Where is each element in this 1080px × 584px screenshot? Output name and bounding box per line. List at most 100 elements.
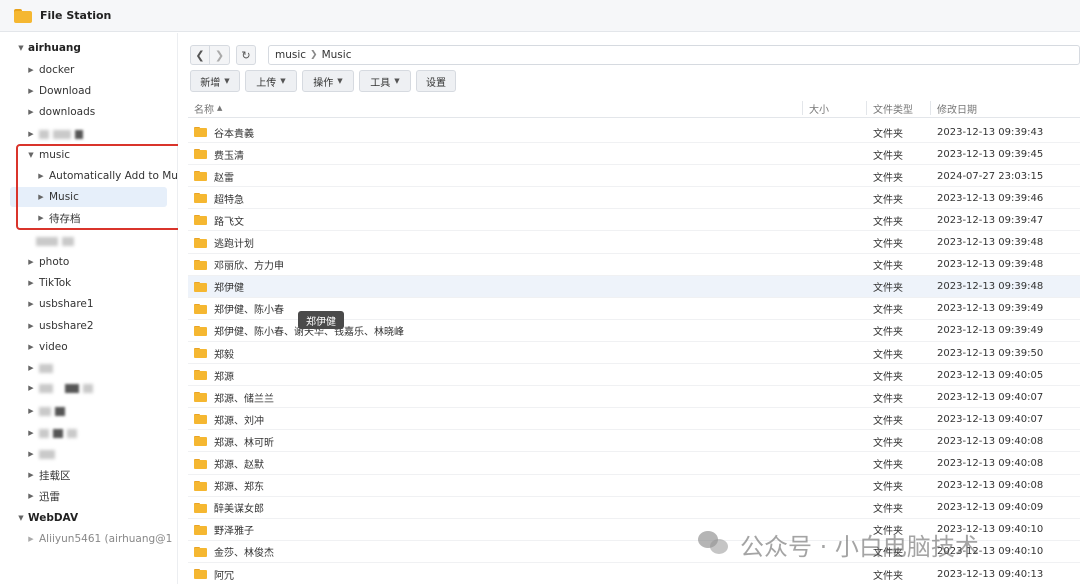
- table-row[interactable]: 逃跑计划 文件夹 2023-12-13 09:39:48: [188, 232, 1080, 254]
- modified-cell: 2023-12-13 09:40:13: [937, 568, 1044, 580]
- tree-item-downloads[interactable]: ▶ downloads: [0, 102, 177, 122]
- name-cell: 超特急: [194, 187, 244, 209]
- redacted-mark: [39, 363, 53, 373]
- file-name: 赵雷: [214, 172, 234, 184]
- path-bar[interactable]: music ❯ Music: [268, 45, 1080, 65]
- table-row[interactable]: 郑源、郑东 文件夹 2023-12-13 09:40:08: [188, 475, 1080, 497]
- folder-icon: [194, 303, 207, 314]
- caret-right-icon[interactable]: ▶: [26, 108, 36, 116]
- caret-right-icon[interactable]: ▶: [26, 130, 36, 138]
- caret-right-icon[interactable]: ▶: [26, 300, 36, 308]
- table-row[interactable]: 郑源、储兰兰 文件夹 2023-12-13 09:40:07: [188, 386, 1080, 409]
- table-row[interactable]: 郑源、林可昕 文件夹 2023-12-13 09:40:08: [188, 430, 1080, 453]
- tree-root-airhuang[interactable]: ▼ airhuang: [0, 38, 177, 58]
- caret-right-icon[interactable]: ▶: [26, 535, 36, 543]
- tree-item-usbshare1[interactable]: ▶ usbshare1: [0, 294, 177, 314]
- tree-item-redacted-7[interactable]: ▶: [0, 444, 177, 464]
- sidebar-tree: ▼ airhuang ▶ docker ▶ Download ▶ downloa…: [0, 33, 178, 584]
- tools-button[interactable]: 工具 ▼: [359, 70, 411, 92]
- tree-item-docker[interactable]: ▶ docker: [0, 60, 177, 80]
- tree-item-music[interactable]: ▼ music: [0, 145, 177, 165]
- settings-button[interactable]: 设置: [416, 70, 456, 92]
- tree-label: Download: [39, 85, 92, 97]
- caret-right-icon[interactable]: ▶: [26, 429, 36, 437]
- caret-down-icon[interactable]: ▼: [16, 44, 26, 52]
- file-name: 金莎、林俊杰: [214, 548, 274, 560]
- table-row[interactable]: 郑源、刘冲 文件夹 2023-12-13 09:40:07: [188, 408, 1080, 431]
- caret-right-icon[interactable]: ▶: [26, 471, 36, 479]
- action-button[interactable]: 操作 ▼: [302, 70, 354, 92]
- forward-button[interactable]: ❯: [210, 45, 230, 65]
- modified-cell: 2023-12-13 09:40:07: [937, 413, 1044, 425]
- caret-right-icon[interactable]: ▶: [26, 407, 36, 415]
- column-modified[interactable]: 修改日期: [937, 98, 977, 118]
- caret-right-icon[interactable]: ▶: [26, 343, 36, 351]
- new-button[interactable]: 新增 ▼: [190, 70, 240, 92]
- redacted-mark: [39, 449, 55, 459]
- table-row[interactable]: 赵雷 文件夹 2024-07-27 23:03:15: [188, 165, 1080, 188]
- column-type[interactable]: 文件类型: [873, 98, 913, 118]
- table-row[interactable]: 郑毅 文件夹 2023-12-13 09:39:50: [188, 342, 1080, 364]
- column-size[interactable]: 大小: [809, 98, 829, 118]
- column-name[interactable]: 名称 ▲: [194, 98, 222, 118]
- table-row[interactable]: 郑源、赵默 文件夹 2023-12-13 09:40:08: [188, 453, 1080, 475]
- table-row[interactable]: 醉美谋女郎 文件夹 2023-12-13 09:40:09: [188, 497, 1080, 519]
- upload-button[interactable]: 上传 ▼: [245, 70, 297, 92]
- tree-item-redacted-1[interactable]: ▶: [0, 124, 177, 144]
- caret-right-icon[interactable]: ▶: [26, 384, 36, 392]
- back-button[interactable]: ❮: [190, 45, 210, 65]
- tree-root-webdav[interactable]: ▼ WebDAV: [0, 508, 177, 528]
- caret-right-icon[interactable]: ▶: [26, 258, 36, 266]
- caret-right-icon[interactable]: ▶: [26, 87, 36, 95]
- caret-down-icon[interactable]: ▼: [26, 151, 36, 159]
- tree-item-redacted-3[interactable]: ▶: [0, 358, 177, 378]
- caret-right-icon[interactable]: ▶: [26, 364, 36, 372]
- caret-right-icon[interactable]: ▶: [26, 322, 36, 330]
- tree-item-redacted-6[interactable]: ▶: [0, 423, 177, 443]
- upload-label: 上传: [256, 77, 277, 89]
- tree-item-photo[interactable]: ▶ photo: [0, 252, 177, 272]
- table-row[interactable]: 郑伊健 文件夹 2023-12-13 09:39:48: [188, 275, 1080, 298]
- caret-down-icon[interactable]: ▼: [16, 514, 26, 522]
- path-segment-music-sub[interactable]: Music: [322, 49, 352, 61]
- tree-item-usbshare2[interactable]: ▶ usbshare2: [0, 316, 177, 336]
- type-cell: 文件夹: [873, 305, 903, 317]
- tree-item-webdav-account[interactable]: ▶ Aliiyun5461 (airhuang@1: [0, 529, 177, 549]
- tree-item-auto-add[interactable]: ▶ Automatically Add to Mu: [0, 166, 177, 186]
- redacted-mark: [83, 383, 93, 393]
- tree-item-mount[interactable]: ▶ 挂载区: [0, 465, 177, 485]
- tree-item-redacted-2[interactable]: [0, 231, 177, 251]
- caret-right-icon[interactable]: ▶: [26, 66, 36, 74]
- table-row[interactable]: 费玉清 文件夹 2023-12-13 09:39:45: [188, 143, 1080, 166]
- tree-item-music-sub[interactable]: ▶ Music: [10, 187, 167, 207]
- type-cell: 文件夹: [873, 327, 903, 339]
- caret-right-icon[interactable]: ▶: [26, 450, 36, 458]
- caret-right-icon[interactable]: ▶: [36, 214, 46, 222]
- table-row[interactable]: 路飞文 文件夹 2023-12-13 09:39:47: [188, 209, 1080, 232]
- caret-right-icon[interactable]: ▶: [26, 492, 36, 500]
- caret-right-icon[interactable]: ▶: [26, 279, 36, 287]
- tree-item-video[interactable]: ▶ video: [0, 337, 177, 357]
- refresh-button[interactable]: ↻: [236, 45, 256, 65]
- table-row[interactable]: 谷本貴義 文件夹 2023-12-13 09:39:43: [188, 121, 1080, 143]
- table-row[interactable]: 郑源 文件夹 2023-12-13 09:40:05: [188, 364, 1080, 387]
- tree-item-xunlei[interactable]: ▶ 迅雷: [0, 486, 177, 506]
- name-cell: 郑源、郑东: [194, 475, 264, 497]
- tree-item-tiktok[interactable]: ▶ TikTok: [0, 273, 177, 293]
- tree-item-pending[interactable]: ▶ 待存档: [0, 208, 177, 228]
- tree-item-redacted-4[interactable]: ▶: [0, 378, 177, 398]
- folder-icon: [194, 127, 207, 137]
- type-cell: 文件夹: [873, 482, 903, 494]
- caret-right-icon[interactable]: ▶: [36, 193, 46, 201]
- tree-label: Music: [49, 191, 79, 203]
- name-cell: 郑源、赵默: [194, 453, 264, 475]
- caret-right-icon[interactable]: ▶: [36, 172, 46, 180]
- tree-item-download[interactable]: ▶ Download: [0, 81, 177, 101]
- path-segment-music[interactable]: music: [275, 49, 306, 61]
- table-row[interactable]: 超特急 文件夹 2023-12-13 09:39:46: [188, 187, 1080, 210]
- name-cell: 金莎、林俊杰: [194, 541, 274, 563]
- modified-cell: 2023-12-13 09:40:08: [937, 435, 1044, 447]
- tree-item-redacted-5[interactable]: ▶: [0, 401, 177, 421]
- table-row[interactable]: 邓丽欣、方力申 文件夹 2023-12-13 09:39:48: [188, 254, 1080, 276]
- table-row[interactable]: 阿冗 文件夹 2023-12-13 09:40:13: [188, 563, 1080, 584]
